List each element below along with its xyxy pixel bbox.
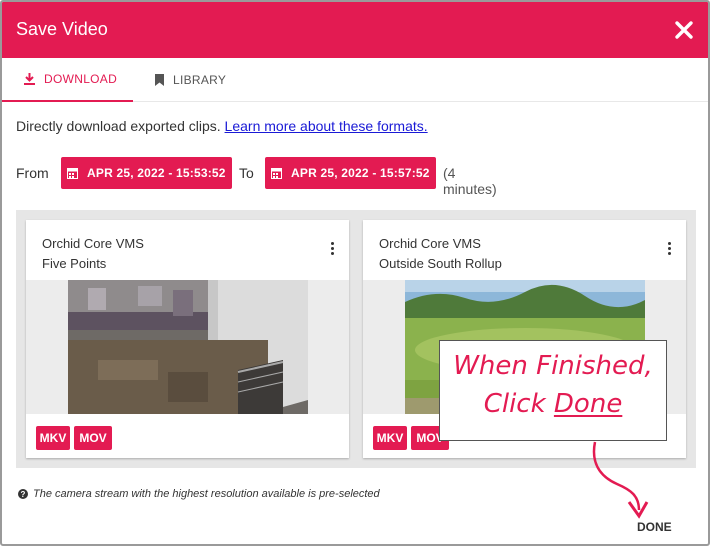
more-vertical-icon[interactable]	[666, 242, 672, 256]
description: Directly download exported clips. Learn …	[16, 118, 428, 134]
camera-server: Orchid Core VMS	[379, 236, 481, 251]
help-icon: ?	[18, 489, 28, 499]
to-date-value: APR 25, 2022 - 15:57:52	[291, 166, 430, 180]
mov-button[interactable]: MOV	[74, 426, 112, 450]
tab-download[interactable]: DOWNLOAD	[2, 58, 133, 102]
from-date-button[interactable]: APR 25, 2022 - 15:53:52	[61, 157, 232, 189]
save-video-dialog: Save Video DOWNLOAD LIBRARY Directly dow…	[0, 0, 710, 546]
callout-line-1: When Finished,	[453, 351, 653, 381]
done-button[interactable]: DONE	[637, 520, 672, 534]
mkv-button[interactable]: MKV	[373, 426, 407, 450]
bookmark-icon	[155, 74, 164, 86]
to-date-button[interactable]: APR 25, 2022 - 15:57:52	[265, 157, 436, 189]
tab-download-label: DOWNLOAD	[44, 72, 118, 86]
dialog-title: Save Video	[16, 19, 108, 39]
duration-text: (4 minutes)	[443, 165, 497, 197]
footnote-text: The camera stream with the highest resol…	[33, 488, 380, 500]
mkv-button[interactable]: MKV	[36, 426, 70, 450]
camera-thumbnail	[68, 280, 308, 414]
camera-server: Orchid Core VMS	[42, 236, 144, 251]
from-label: From	[16, 165, 49, 181]
tab-library-label: LIBRARY	[173, 73, 227, 87]
tab-library[interactable]: LIBRARY	[133, 58, 243, 102]
footnote: ? The camera stream with the highest res…	[18, 488, 380, 500]
camera-name: Five Points	[42, 256, 107, 271]
callout-line-2: Click Done	[483, 389, 623, 419]
learn-more-link[interactable]: Learn more about these formats.	[225, 118, 428, 134]
from-date-value: APR 25, 2022 - 15:53:52	[87, 166, 226, 180]
dialog-header: Save Video	[2, 2, 708, 58]
camera-card: Orchid Core VMS Five Points MKV MOV	[26, 220, 349, 458]
description-text: Directly download exported clips.	[16, 118, 221, 134]
calendar-icon	[271, 168, 282, 179]
download-icon	[24, 73, 35, 85]
to-label: To	[239, 165, 254, 181]
close-icon[interactable]	[674, 20, 694, 40]
callout-arrow	[592, 441, 649, 519]
calendar-icon	[67, 168, 78, 179]
more-vertical-icon[interactable]	[329, 242, 335, 256]
tab-bar: DOWNLOAD LIBRARY	[2, 58, 708, 102]
camera-thumbnail-area	[26, 280, 349, 414]
instruction-callout: When Finished, Click Done	[439, 340, 667, 441]
camera-name: Outside South Rollup	[379, 256, 502, 271]
